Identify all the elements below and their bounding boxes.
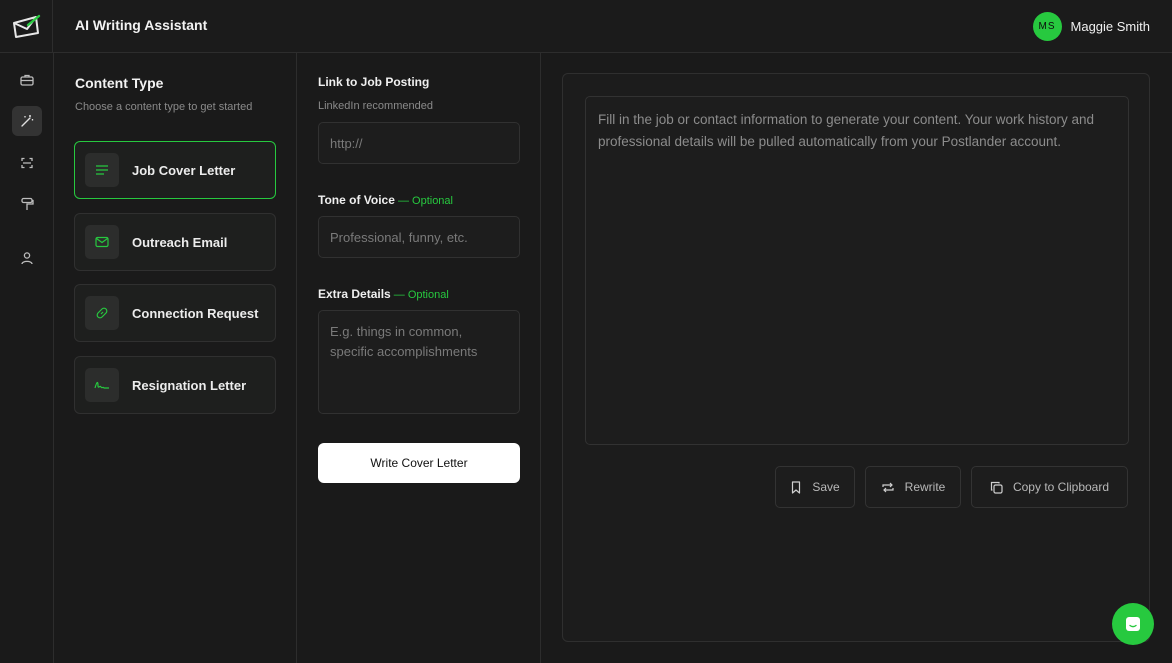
copy-label: Copy to Clipboard bbox=[1012, 480, 1110, 494]
user-menu[interactable]: MS Maggie Smith bbox=[1032, 12, 1150, 41]
tone-label: Tone of Voice — Optional bbox=[318, 193, 453, 207]
repeat-icon bbox=[882, 482, 894, 492]
extra-details-label-text: Extra Details bbox=[318, 287, 391, 301]
envelope-logo-icon bbox=[13, 14, 41, 38]
mail-icon bbox=[85, 225, 119, 259]
optional-tag: — Optional bbox=[394, 195, 453, 207]
optional-tag: — Optional bbox=[390, 289, 449, 301]
write-cover-letter-button[interactable]: Write Cover Letter bbox=[318, 443, 520, 483]
rewrite-button[interactable]: Rewrite bbox=[865, 466, 961, 508]
top-bar: AI Writing Assistant MS Maggie Smith bbox=[0, 0, 1172, 53]
link-icon bbox=[85, 296, 119, 330]
save-button[interactable]: Save bbox=[775, 466, 855, 508]
job-link-input[interactable]: http:// bbox=[318, 122, 520, 164]
content-type-panel: Content Type Choose a content type to ge… bbox=[54, 53, 297, 663]
content-type-label: Resignation Letter bbox=[132, 377, 247, 393]
chat-icon bbox=[1126, 617, 1140, 631]
form-panel: Link to Job Posting LinkedIn recommended… bbox=[297, 53, 541, 663]
briefcase-icon[interactable] bbox=[12, 65, 42, 95]
tone-label-text: Tone of Voice bbox=[318, 193, 395, 207]
content-type-resignation-letter[interactable]: Resignation Letter bbox=[74, 356, 276, 414]
content-type-label: Job Cover Letter bbox=[132, 162, 236, 178]
signature-icon bbox=[85, 368, 119, 402]
icon-rail bbox=[0, 53, 54, 663]
paint-roller-icon[interactable] bbox=[12, 189, 42, 219]
user-name[interactable]: Maggie Smith bbox=[1071, 19, 1150, 34]
content-type-label: Outreach Email bbox=[132, 234, 228, 250]
scan-icon[interactable] bbox=[12, 148, 42, 178]
copy-to-clipboard-button[interactable]: Copy to Clipboard bbox=[971, 466, 1128, 508]
content-type-subtitle: Choose a content type to get started bbox=[75, 101, 253, 113]
lines-icon bbox=[85, 153, 119, 187]
magic-wand-icon[interactable] bbox=[12, 106, 42, 136]
bookmark-icon bbox=[792, 480, 801, 494]
user-icon[interactable] bbox=[12, 243, 42, 273]
extra-details-label: Extra Details — Optional bbox=[318, 287, 449, 301]
app-title: AI Writing Assistant bbox=[75, 17, 208, 33]
content-type-connection-request[interactable]: Connection Request bbox=[74, 284, 276, 342]
output-card: Fill in the job or contact information t… bbox=[562, 73, 1150, 642]
content-type-outreach-email[interactable]: Outreach Email bbox=[74, 213, 276, 271]
content-type-label: Connection Request bbox=[132, 305, 259, 321]
save-label: Save bbox=[812, 480, 840, 494]
logo[interactable] bbox=[0, 0, 53, 53]
tone-input[interactable]: Professional, funny, etc. bbox=[318, 216, 520, 258]
content-type-job-cover-letter[interactable]: Job Cover Letter bbox=[74, 141, 276, 199]
copy-icon bbox=[990, 481, 1003, 494]
job-link-hint: LinkedIn recommended bbox=[318, 100, 433, 112]
job-link-label: Link to Job Posting bbox=[318, 75, 430, 89]
extra-details-textarea[interactable]: E.g. things in common, specific accompli… bbox=[318, 310, 520, 414]
output-textarea[interactable]: Fill in the job or contact information t… bbox=[585, 96, 1129, 445]
content-type-title: Content Type bbox=[75, 75, 164, 91]
chat-support-button[interactable] bbox=[1112, 603, 1154, 645]
rewrite-label: Rewrite bbox=[904, 480, 946, 494]
avatar[interactable]: MS bbox=[1032, 12, 1062, 41]
